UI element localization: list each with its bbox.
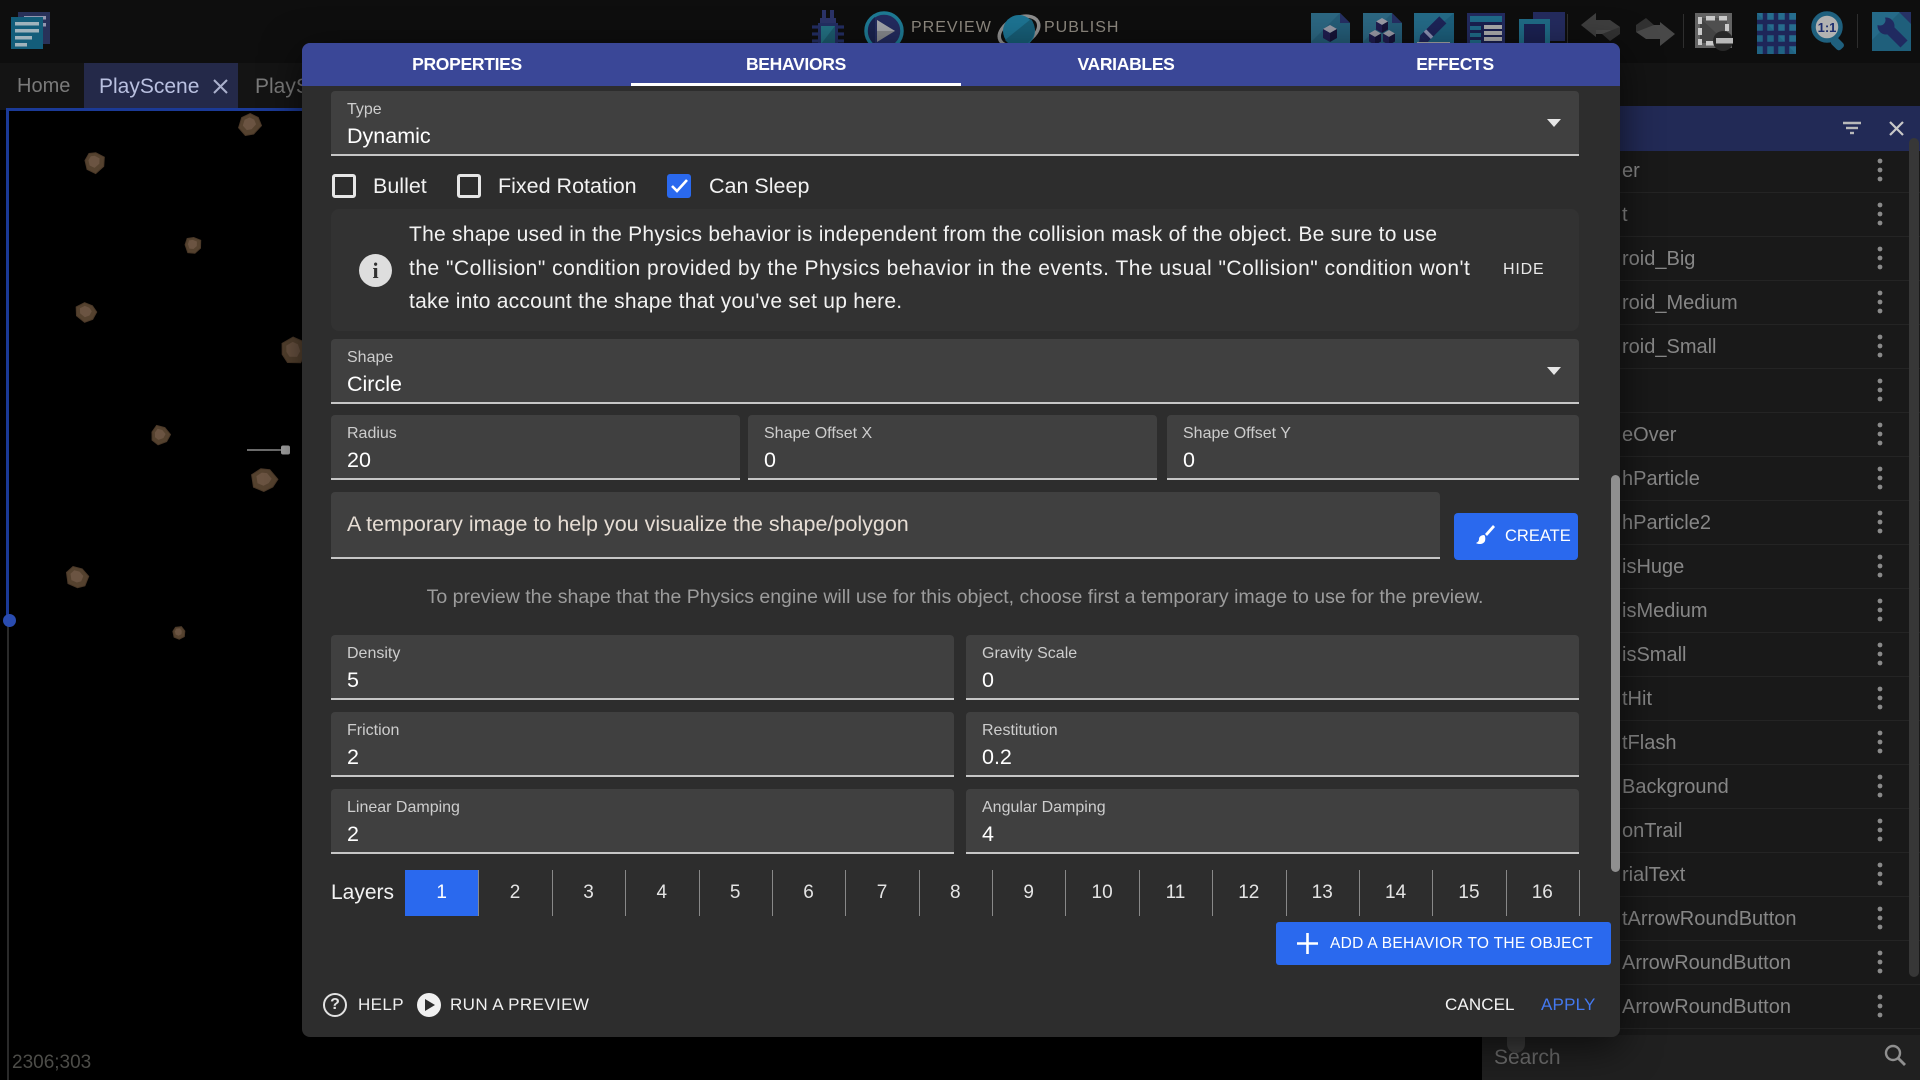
svg-text:1:1: 1:1 <box>1818 20 1837 35</box>
